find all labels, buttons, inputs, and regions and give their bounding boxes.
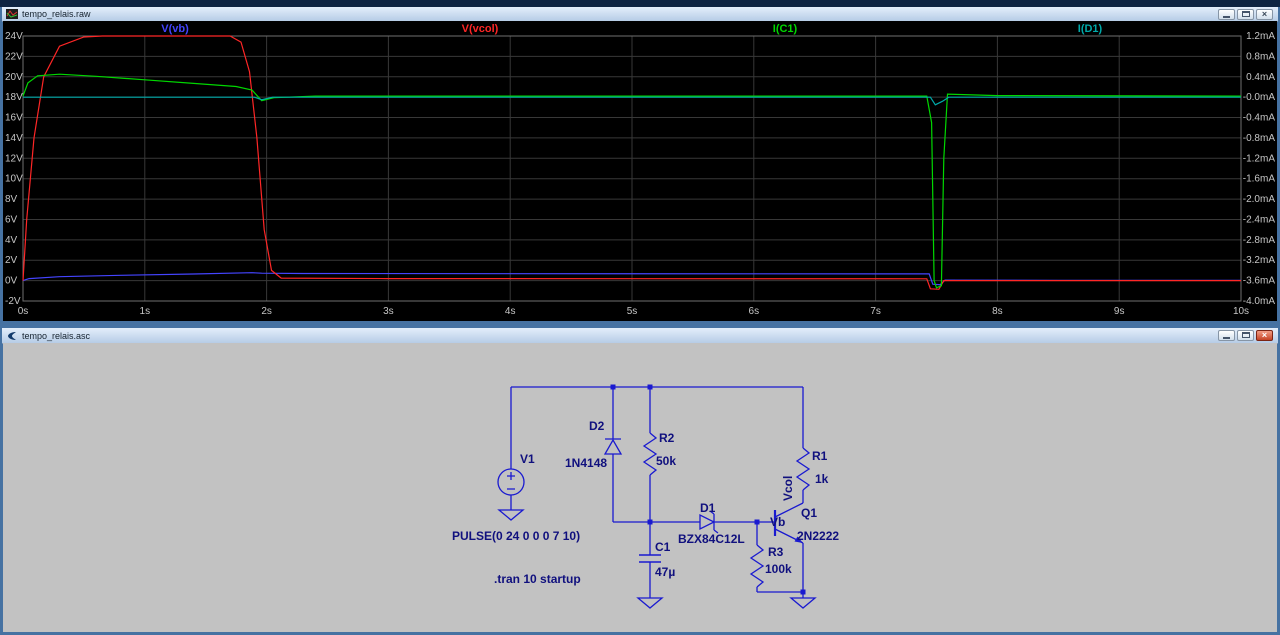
right-tick-label: -0.8mA — [1243, 133, 1276, 144]
restore-icon — [1241, 10, 1250, 17]
component-v1[interactable] — [497, 468, 525, 496]
left-tick-label: 20V — [5, 72, 23, 83]
schematic-canvas[interactable]: V1 PULSE(0 24 0 0 0 7 10) .tran 10 start… — [3, 343, 1277, 632]
x-tick-label: 2s — [261, 306, 272, 317]
left-tick-label: 8V — [5, 194, 18, 205]
waveform-pane[interactable]: 0s 1s 2s 3s 4s 5s 6s 7s 8s 9s 10s 24V 1.2mA 22V 0.8mA 2… — [3, 21, 1277, 321]
component-r3[interactable] — [749, 544, 765, 588]
component-c1[interactable] — [639, 554, 661, 563]
schematic-window-titlebar[interactable]: tempo_relais.asc × — [2, 328, 1278, 344]
left-tick-label: 12V — [5, 153, 23, 164]
waveform-window-titlebar[interactable]: tempo_relais.raw × — [2, 7, 1278, 22]
right-tick-label: 0.4mA — [1246, 72, 1275, 83]
left-tick-label: 6V — [5, 214, 18, 225]
component-r1[interactable] — [795, 447, 811, 491]
x-tick-label: 7s — [870, 306, 881, 317]
right-tick-label: 1.2mA — [1246, 31, 1275, 42]
right-tick-label: -2.0mA — [1243, 194, 1276, 205]
ltspice-main-window: tempo_relais.raw × 0s 1s 2s 3s 4s 5s 6s 7s 8s 9s 1… — [0, 0, 1280, 635]
maximize-icon — [1241, 332, 1250, 338]
label-v1-value[interactable]: PULSE(0 24 0 0 0 7 10) — [452, 529, 580, 543]
net-label-vcol[interactable]: Vcol — [781, 476, 795, 501]
ground-symbol[interactable] — [636, 597, 664, 609]
waveform-window-icon — [6, 9, 18, 19]
left-tick-label: 10V — [5, 174, 23, 185]
x-tick-label: 8s — [992, 306, 1003, 317]
right-tick-label: -3.6mA — [1243, 276, 1276, 287]
label-r3-value[interactable]: 100k — [765, 562, 792, 576]
label-d1-name[interactable]: D1 — [700, 501, 716, 515]
legend-V(vb)[interactable]: V(vb) — [161, 23, 189, 35]
minimize-icon — [1223, 15, 1230, 18]
minimize-icon — [1223, 337, 1230, 339]
label-directive[interactable]: .tran 10 startup — [494, 572, 581, 586]
restore-button[interactable] — [1237, 8, 1254, 20]
x-tick-label: 4s — [505, 306, 516, 317]
label-q1-name[interactable]: Q1 — [801, 506, 817, 520]
polarity-marks — [507, 472, 515, 490]
right-tick-label: -4.0mA — [1243, 296, 1276, 307]
left-tick-label: 22V — [5, 51, 23, 62]
close-button[interactable]: × — [1256, 330, 1273, 341]
main-window-top-edge — [0, 0, 1280, 7]
x-tick-label: 10s — [1233, 306, 1249, 317]
right-tick-label: 0.8mA — [1246, 51, 1275, 62]
left-tick-label: 16V — [5, 113, 23, 124]
window-separator — [0, 321, 1280, 328]
x-tick-label: 3s — [383, 306, 394, 317]
legend-V(vcol)[interactable]: V(vcol) — [462, 23, 499, 35]
maximize-button[interactable] — [1237, 330, 1254, 341]
component-r2[interactable] — [642, 432, 658, 476]
schematic-window-title: tempo_relais.asc — [22, 330, 91, 341]
right-tick-label: -1.6mA — [1243, 174, 1276, 185]
label-d2-name[interactable]: D2 — [589, 419, 605, 433]
label-c1-name[interactable]: C1 — [655, 540, 671, 554]
ground-symbol[interactable] — [789, 597, 817, 609]
left-tick-label: 24V — [5, 31, 23, 42]
x-tick-label: 0s — [18, 306, 29, 317]
label-q1-value[interactable]: 2N2222 — [797, 529, 839, 543]
label-r1-value[interactable]: 1k — [815, 472, 829, 486]
left-tick-label: 14V — [5, 133, 23, 144]
right-tick-label: -0.0mA — [1243, 92, 1276, 103]
label-d1-value[interactable]: BZX84C12L — [678, 532, 745, 546]
minimize-button[interactable] — [1218, 8, 1235, 20]
label-d2-value[interactable]: 1N4148 — [565, 456, 607, 470]
component-d2[interactable] — [603, 438, 623, 455]
minimize-button[interactable] — [1218, 330, 1235, 341]
plot-background — [3, 21, 1277, 321]
schematic-window-icon — [6, 331, 18, 341]
x-tick-label: 9s — [1114, 306, 1125, 317]
label-r1-name[interactable]: R1 — [812, 449, 828, 463]
ground-symbol[interactable] — [497, 509, 525, 521]
label-v1-name[interactable]: V1 — [520, 452, 535, 466]
schematic-pane[interactable]: V1 PULSE(0 24 0 0 0 7 10) .tran 10 start… — [3, 343, 1277, 632]
left-tick-label: 0V — [5, 276, 18, 287]
right-tick-label: -0.4mA — [1243, 113, 1276, 124]
left-tick-label: 18V — [5, 92, 23, 103]
legend-I(D1)[interactable]: I(D1) — [1078, 23, 1103, 35]
label-r2-value[interactable]: 50k — [656, 454, 676, 468]
right-tick-label: -3.2mA — [1243, 255, 1276, 266]
waveform-plot[interactable]: 0s 1s 2s 3s 4s 5s 6s 7s 8s 9s 10s 24V 1.2mA 22V 0.8mA 2… — [3, 21, 1277, 321]
x-tick-label: 6s — [749, 306, 760, 317]
waveform-window-title: tempo_relais.raw — [22, 9, 91, 19]
x-tick-label: 5s — [627, 306, 638, 317]
right-tick-label: -2.8mA — [1243, 235, 1276, 246]
label-r2-name[interactable]: R2 — [659, 431, 675, 445]
close-button[interactable]: × — [1256, 8, 1273, 20]
net-label-vb[interactable]: Vb — [770, 515, 785, 529]
left-tick-label: 4V — [5, 235, 18, 246]
right-tick-label: -1.2mA — [1243, 153, 1276, 164]
right-tick-label: -2.4mA — [1243, 214, 1276, 225]
legend-I(C1)[interactable]: I(C1) — [773, 23, 798, 35]
left-tick-label: -2V — [5, 296, 21, 307]
label-c1-value[interactable]: 47µ — [655, 565, 675, 579]
label-r3-name[interactable]: R3 — [768, 545, 784, 559]
left-tick-label: 2V — [5, 255, 18, 266]
x-tick-label: 1s — [140, 306, 151, 317]
